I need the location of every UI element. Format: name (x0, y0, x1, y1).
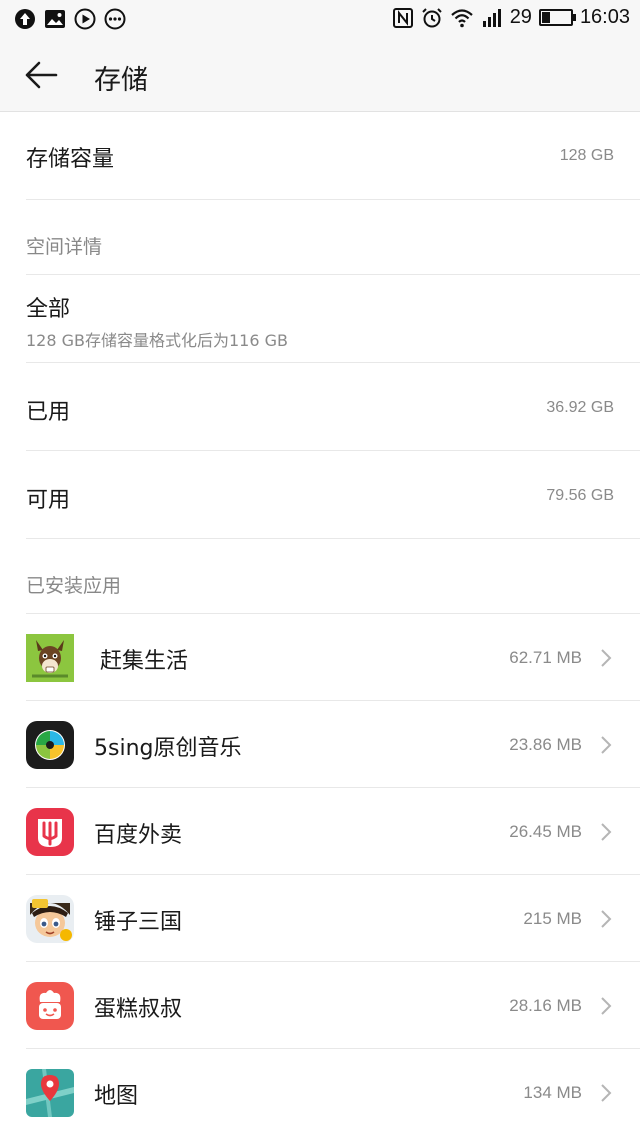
available-label: 可用 (26, 488, 71, 513)
storage-capacity-value: 128 GB (559, 147, 614, 164)
status-bar: 29 16:03 (0, 0, 640, 38)
battery-icon (538, 9, 576, 26)
app-row-dangao-shushu[interactable]: 蛋糕叔叔 28.16 MB (0, 962, 640, 1049)
available-row: 可用 79.56 GB (0, 451, 640, 539)
app-name: 赶集生活 (100, 649, 189, 674)
system-indicators: 29 16:03 (392, 6, 630, 29)
storage-capacity-label: 存储容量 (26, 147, 115, 172)
chevron-right-icon (601, 910, 612, 928)
upload-arrow-icon (15, 9, 35, 29)
available-value: 79.56 GB (546, 487, 614, 504)
fork-bag-icon (26, 808, 74, 856)
app-row-map[interactable]: 地图 134 MB (0, 1049, 640, 1136)
total-subtitle: 128 GB存储容量格式化后为116 GB (26, 331, 289, 350)
total-label: 全部 (26, 297, 71, 322)
app-bar: 存储 (0, 38, 640, 112)
battery-percent: 29 (509, 6, 532, 28)
image-icon (45, 10, 65, 28)
chevron-right-icon (601, 997, 612, 1015)
chef-cake-icon (26, 982, 74, 1030)
space-details-header: 空间详情 (0, 200, 640, 275)
used-row: 已用 36.92 GB (0, 363, 640, 451)
section-title: 空间详情 (26, 236, 103, 258)
used-value: 36.92 GB (546, 399, 614, 416)
used-label: 已用 (26, 400, 71, 425)
leaf-music-icon (26, 721, 74, 769)
chevron-right-icon (601, 736, 612, 754)
app-size: 23.86 MB (509, 735, 582, 754)
warrior-icon (26, 895, 74, 943)
section-title: 已安装应用 (26, 575, 122, 597)
play-icon (74, 8, 96, 30)
nfc-icon (392, 7, 413, 28)
app-name: 蛋糕叔叔 (94, 997, 183, 1022)
app-row-ganji[interactable]: 赶集生活 62.71 MB (0, 614, 640, 701)
app-size: 26.45 MB (509, 822, 582, 841)
storage-capacity-row: 存储容量 128 GB (0, 112, 640, 200)
app-row-baidu-waimai[interactable]: 百度外卖 26.45 MB (0, 788, 640, 875)
wifi-icon (450, 8, 473, 27)
app-size: 62.71 MB (509, 648, 582, 667)
installed-apps-header: 已安装应用 (0, 539, 640, 614)
app-row-chuizi-sanguo[interactable]: 锤子三国 215 MB (0, 875, 640, 962)
app-size: 28.16 MB (509, 996, 582, 1015)
chevron-right-icon (601, 649, 612, 667)
page-title: 存储 (94, 65, 148, 96)
clock: 16:03 (579, 6, 630, 28)
more-dots-icon (104, 8, 126, 30)
donkey-icon (26, 634, 74, 682)
app-size: 134 MB (523, 1083, 582, 1102)
signal-icon (482, 8, 501, 27)
app-size: 215 MB (523, 909, 582, 928)
notification-icons (14, 8, 126, 30)
chevron-right-icon (601, 1084, 612, 1102)
back-arrow-icon (25, 61, 58, 89)
total-row: 全部 128 GB存储容量格式化后为116 GB (0, 275, 640, 363)
app-row-5sing[interactable]: 5sing原创音乐 23.86 MB (0, 701, 640, 788)
app-name: 地图 (94, 1084, 139, 1109)
chevron-right-icon (601, 823, 612, 841)
battery-fill (541, 12, 550, 23)
back-button[interactable] (18, 52, 64, 98)
alarm-icon (421, 7, 442, 27)
map-pin-icon (26, 1069, 74, 1117)
app-name: 百度外卖 (94, 823, 183, 848)
app-name: 锤子三国 (94, 910, 183, 935)
app-name: 5sing原创音乐 (94, 736, 242, 761)
